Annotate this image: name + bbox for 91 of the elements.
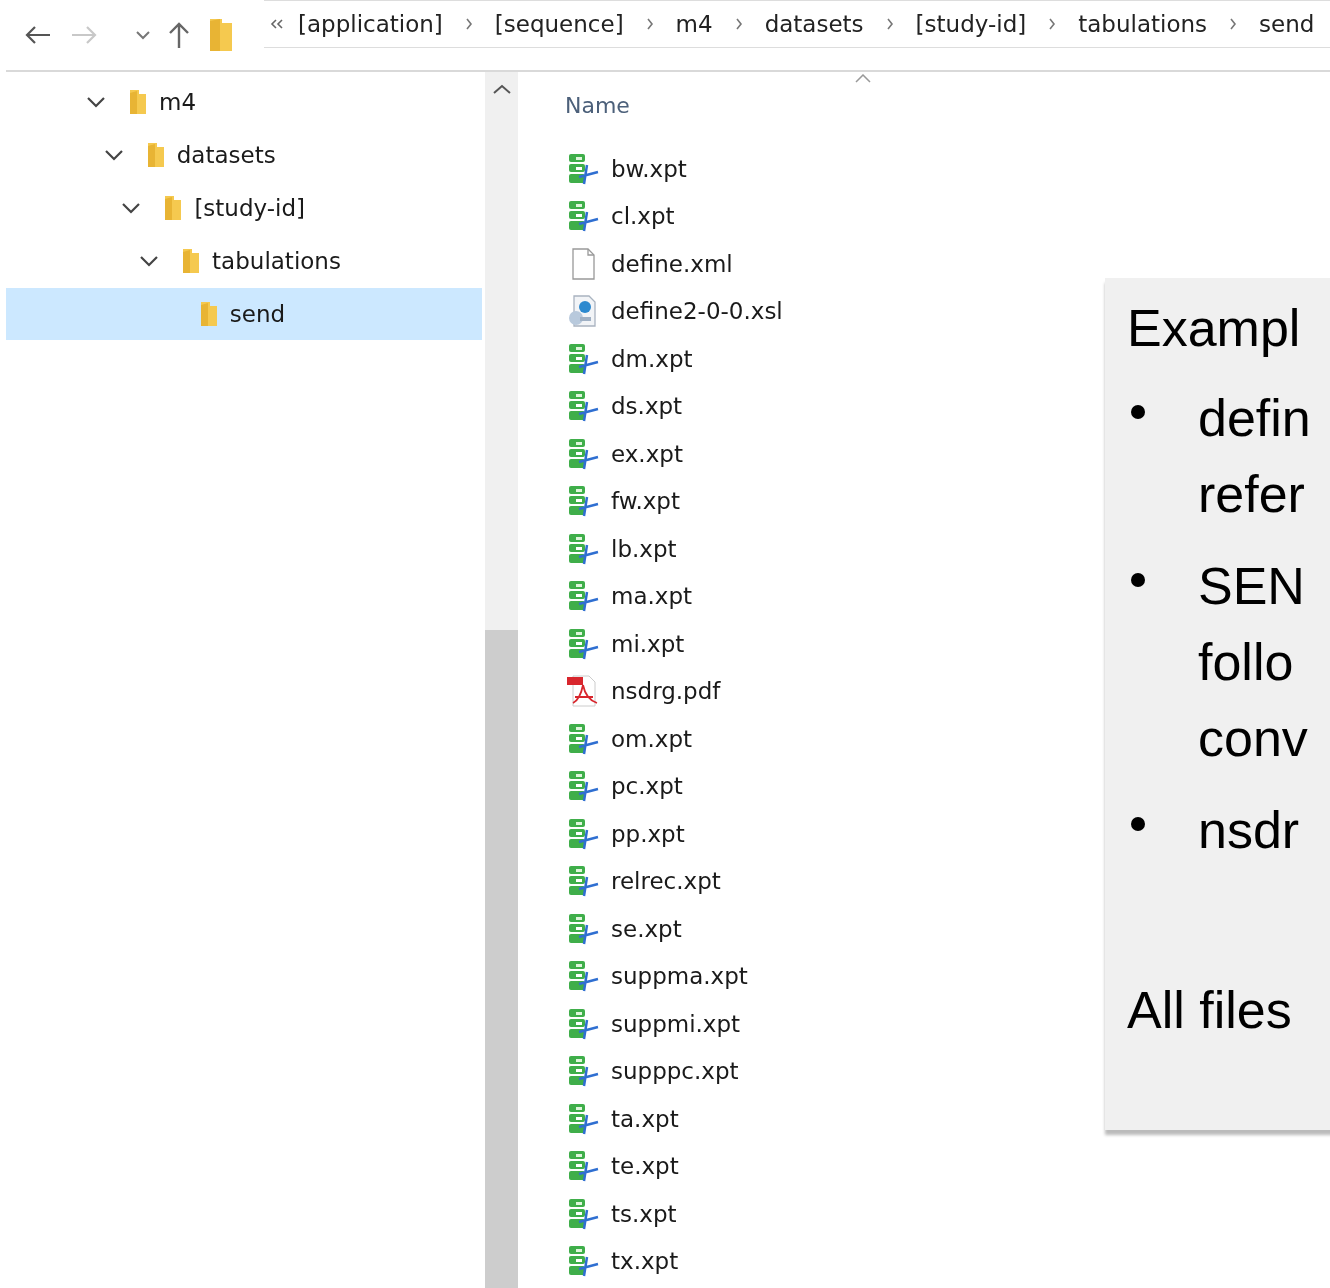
bullet-text: refer (1198, 464, 1306, 525)
bullet-text: SEN (1198, 556, 1306, 617)
chevron-down-icon[interactable] (121, 202, 142, 214)
file-item[interactable]: se.xpt (565, 905, 682, 953)
database-file-icon (567, 960, 599, 993)
file-item[interactable]: ma.xpt (565, 572, 693, 620)
callout-text: All files (1127, 980, 1293, 1041)
database-file-icon (567, 200, 599, 233)
bullet-icon (1131, 573, 1145, 587)
file-item[interactable]: supppc.xpt (565, 1047, 739, 1095)
tree-item[interactable]: tabulations (6, 235, 482, 287)
database-file-icon (567, 437, 599, 470)
file-item[interactable]: pc.xpt (565, 762, 683, 810)
chevron-down-icon[interactable] (103, 149, 124, 161)
dropdown-chevron-icon[interactable] (136, 30, 150, 40)
file-item[interactable]: ex.xpt (565, 430, 683, 478)
file-item[interactable]: define.xml (565, 240, 733, 288)
file-item[interactable]: suppma.xpt (565, 952, 748, 1000)
breadcrumb-link[interactable]: [application] (298, 11, 443, 37)
chevron-right-icon[interactable] (734, 18, 743, 30)
database-file-icon (567, 152, 599, 185)
folder-icon (127, 88, 149, 116)
file-item[interactable]: om.xpt (565, 715, 693, 763)
breadcrumb-link[interactable]: m4 (675, 11, 713, 37)
file-item[interactable]: bw.xpt (565, 145, 687, 193)
file-item[interactable]: suppmi.xpt (565, 1000, 741, 1048)
database-file-icon (567, 1150, 599, 1183)
tree-item[interactable]: datasets (6, 129, 482, 181)
breadcrumb-link[interactable]: datasets (764, 11, 864, 37)
file-item[interactable]: dm.xpt (565, 335, 693, 383)
breadcrumb-link[interactable]: [sequence] (494, 11, 624, 37)
database-file-icon (567, 865, 599, 898)
breadcrumb-link[interactable]: tabulations (1078, 11, 1208, 37)
file-item[interactable]: define2-0-0.xsl (565, 287, 783, 335)
web-document-icon (567, 295, 599, 328)
database-file-icon (567, 770, 599, 803)
callout-title: Exampl (1127, 298, 1302, 359)
database-file-icon (567, 817, 599, 850)
database-file-icon (567, 1102, 599, 1135)
bullet-text: follo (1198, 632, 1295, 693)
pdf-document-icon (567, 675, 599, 708)
database-file-icon (567, 1245, 599, 1278)
file-item[interactable]: nsdrg.pdf (565, 667, 721, 715)
database-file-icon (567, 390, 599, 423)
file-item[interactable]: pp.xpt (565, 810, 685, 858)
file-item[interactable]: relrec.xpt (565, 857, 721, 905)
up-arrow-icon[interactable] (168, 21, 190, 49)
bullet-icon (1131, 817, 1145, 831)
breadcrumb-link[interactable]: send (1259, 11, 1315, 37)
address-bar[interactable]: [application] [sequence] m4 datasets [study-id] tabulations send (264, 0, 1330, 48)
database-file-icon (567, 912, 599, 945)
column-header[interactable]: Name (565, 92, 630, 118)
database-file-icon (567, 532, 599, 565)
file-item[interactable]: lb.xpt (565, 525, 677, 573)
database-file-icon (567, 580, 599, 613)
database-file-icon (567, 1055, 599, 1088)
chevron-right-icon[interactable] (645, 18, 654, 30)
bullet-text: nsdr (1198, 800, 1300, 861)
file-item[interactable]: ts.xpt (565, 1190, 677, 1238)
chevron-right-icon[interactable] (464, 18, 473, 30)
file-item[interactable]: mi.xpt (565, 620, 685, 668)
double-chevron-icon[interactable] (270, 19, 284, 29)
chevron-right-icon[interactable] (885, 18, 894, 30)
chevron-down-icon[interactable] (139, 255, 160, 267)
database-file-icon (567, 722, 599, 755)
bullet-icon (1131, 405, 1145, 419)
tree-item[interactable]: [study-id] (6, 182, 482, 234)
database-file-icon (567, 342, 599, 375)
file-item[interactable]: ta.xpt (565, 1095, 679, 1143)
file-item[interactable]: cl.xpt (565, 192, 675, 240)
file-item[interactable]: ds.xpt (565, 382, 683, 430)
scrollbar[interactable] (485, 72, 518, 1288)
database-file-icon (567, 627, 599, 660)
sort-caret-icon (855, 74, 871, 83)
chevron-right-icon[interactable] (1229, 18, 1238, 30)
file-item[interactable]: fw.xpt (565, 477, 680, 525)
database-file-icon (567, 1197, 599, 1230)
bullet-text: defin (1198, 388, 1311, 449)
database-file-icon (567, 485, 599, 518)
tree-item[interactable]: send (6, 288, 482, 340)
folder-icon (208, 17, 234, 53)
breadcrumb-link[interactable]: [study-id] (915, 11, 1027, 37)
back-arrow-icon[interactable] (24, 25, 52, 45)
file-item[interactable]: te.xpt (565, 1142, 679, 1190)
bullet-text: conv (1198, 708, 1308, 769)
database-file-icon (567, 1007, 599, 1040)
tree-item[interactable]: m4 (6, 76, 482, 128)
file-item[interactable]: tx.xpt (565, 1237, 679, 1285)
chevron-down-icon[interactable] (86, 96, 106, 108)
scrollbar-thumb[interactable] (485, 630, 518, 1288)
chevron-right-icon[interactable] (1048, 18, 1057, 30)
